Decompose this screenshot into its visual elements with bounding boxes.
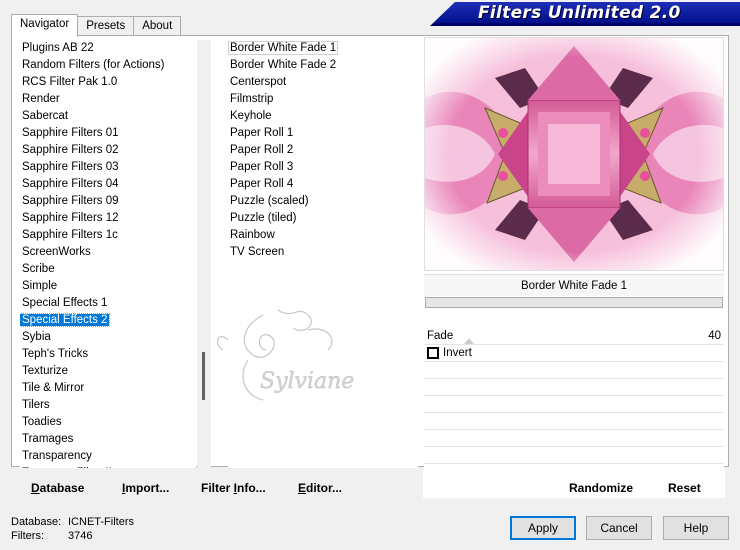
category-item[interactable]: Toadies <box>20 414 196 431</box>
category-item[interactable]: Special Effects 2 <box>20 312 196 329</box>
database-value: ICNET-Filters <box>68 516 134 528</box>
filter-item[interactable]: Paper Roll 1 <box>228 125 418 142</box>
filters-count-label: Filters: <box>11 530 44 542</box>
fade-value: 40 <box>708 330 721 342</box>
preview-filter-name: Border White Fade 1 <box>424 274 724 296</box>
database-button[interactable]: Database <box>31 481 84 495</box>
fade-label: Fade <box>427 330 454 342</box>
empty-row <box>424 379 724 396</box>
category-item[interactable]: Transparency <box>20 448 196 465</box>
filter-item[interactable]: Paper Roll 4 <box>228 176 418 193</box>
preview-image <box>425 38 723 270</box>
randomize-button[interactable]: Randomize <box>569 481 633 495</box>
category-item[interactable]: Tramages Filter II <box>20 465 196 468</box>
database-info: Database: ICNET-Filters <box>11 516 134 528</box>
empty-row <box>424 396 724 413</box>
empty-row <box>424 362 724 379</box>
filter-item[interactable]: Paper Roll 2 <box>228 142 418 159</box>
fade-slider[interactable]: Fade 40 <box>424 328 724 345</box>
filter-item[interactable]: Border White Fade 1 <box>228 40 418 57</box>
category-item[interactable]: Render <box>20 91 196 108</box>
category-item[interactable]: Sybia <box>20 329 196 346</box>
category-item[interactable]: RCS Filter Pak 1.0 <box>20 74 196 91</box>
filter-item[interactable]: Keyhole <box>228 108 418 125</box>
category-item[interactable]: Sapphire Filters 04 <box>20 176 196 193</box>
category-item[interactable]: Sapphire Filters 02 <box>20 142 196 159</box>
tab-navigator[interactable]: Navigator <box>11 14 79 37</box>
category-list[interactable]: Plugins AB 22 Random Filters (for Actions… <box>20 40 196 468</box>
tab-bar: Navigator Presets About <box>11 14 182 37</box>
category-item[interactable]: Sapphire Filters 12 <box>20 210 196 227</box>
category-scrollbar[interactable] <box>197 40 211 468</box>
filter-item[interactable]: Filmstrip <box>228 91 418 108</box>
category-item[interactable]: Tilers <box>20 397 196 414</box>
import-button[interactable]: Import... <box>122 481 169 495</box>
database-label: Database: <box>11 516 62 528</box>
filters-count-info: Filters: 3746 <box>11 530 92 542</box>
reset-button[interactable]: Reset <box>668 481 701 495</box>
filter-item[interactable]: Puzzle (scaled) <box>228 193 418 210</box>
category-item[interactable]: Random Filters (for Actions) <box>20 57 196 74</box>
filter-item[interactable]: Border White Fade 2 <box>228 57 418 74</box>
filter-item[interactable]: Rainbow <box>228 227 418 244</box>
tab-about[interactable]: About <box>133 16 182 36</box>
empty-row <box>424 413 724 430</box>
category-item[interactable]: Scribe <box>20 261 196 278</box>
category-item[interactable]: Sapphire Filters 03 <box>20 159 196 176</box>
invert-checkbox[interactable] <box>427 347 439 359</box>
filter-item[interactable]: Paper Roll 3 <box>228 159 418 176</box>
filter-item[interactable]: TV Screen <box>228 244 418 261</box>
category-item[interactable]: Sapphire Filters 09 <box>20 193 196 210</box>
tab-presets[interactable]: Presets <box>77 16 135 36</box>
filter-item[interactable]: Centerspot <box>228 74 418 91</box>
editor-button[interactable]: Editor... <box>298 481 342 495</box>
empty-row <box>424 430 724 447</box>
category-item[interactable]: ScreenWorks <box>20 244 196 261</box>
category-item[interactable]: Sapphire Filters 01 <box>20 125 196 142</box>
fade-slider-thumb[interactable] <box>464 338 474 344</box>
invert-label: Invert <box>443 347 472 359</box>
apply-button[interactable]: Apply <box>510 516 576 540</box>
help-button[interactable]: Help <box>663 516 729 540</box>
category-item[interactable]: Simple <box>20 278 196 295</box>
category-item[interactable]: Special Effects 1 <box>20 295 196 312</box>
invert-row[interactable]: Invert <box>424 345 724 362</box>
category-item[interactable]: Sabercat <box>20 108 196 125</box>
category-item[interactable]: Sapphire Filters 1c <box>20 227 196 244</box>
category-item[interactable]: Tramages <box>20 431 196 448</box>
parameter-panel: Fade 40 Invert <box>424 328 724 470</box>
category-item[interactable]: Texturize <box>20 363 196 380</box>
category-item[interactable]: Teph's Tricks <box>20 346 196 363</box>
category-item[interactable]: Plugins AB 22 <box>20 40 196 57</box>
category-scrollbar-thumb[interactable] <box>202 352 205 400</box>
cancel-button[interactable]: Cancel <box>586 516 652 540</box>
app-title: Filters Unlimited 2.0 <box>478 3 681 23</box>
filter-list[interactable]: Border White Fade 1 Border White Fade 2 Ce… <box>228 40 418 468</box>
filter-info-button[interactable]: Filter Info... <box>201 481 266 495</box>
preview-progress-bar <box>425 297 723 308</box>
empty-row <box>424 447 724 464</box>
filters-count-value: 3746 <box>68 530 93 542</box>
filter-item[interactable]: Puzzle (tiled) <box>228 210 418 227</box>
preview-frame <box>424 37 724 271</box>
category-item[interactable]: Tile & Mirror <box>20 380 196 397</box>
